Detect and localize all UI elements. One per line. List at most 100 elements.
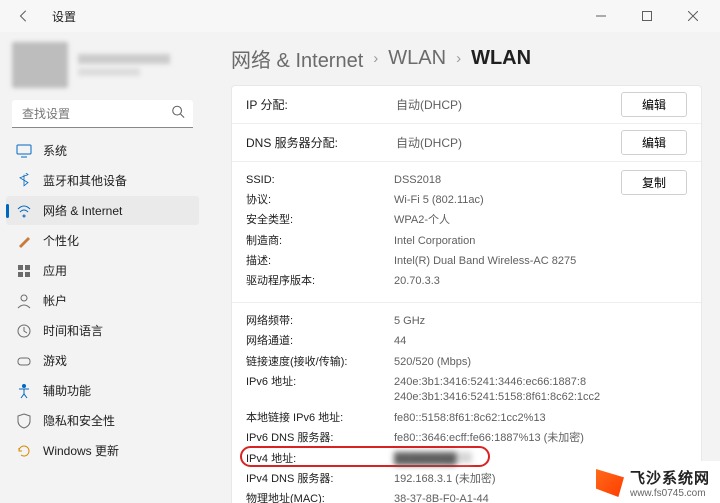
- row-dns-assign: DNS 服务器分配: 自动(DHCP) 编辑: [232, 124, 701, 162]
- det-value: Intel(R) Dual Band Wireless-AC 8275: [394, 254, 576, 269]
- det-label: IPv6 地址:: [246, 375, 394, 390]
- det-label: IPv4 DNS 服务器:: [246, 472, 394, 487]
- shield-icon: [16, 413, 32, 429]
- det-value: fe80::3646:ecff:fe66:1887%13 (未加密): [394, 431, 584, 446]
- search-container: [12, 100, 193, 128]
- sidebar-item-privacy[interactable]: 隐私和安全性: [6, 406, 199, 435]
- watermark: 飞沙系统网 www.fs0745.com: [586, 461, 720, 503]
- window-title: 设置: [52, 8, 76, 25]
- det-label: 物理地址(MAC):: [246, 492, 394, 503]
- sidebar-item-gaming[interactable]: 游戏: [6, 346, 199, 375]
- det-value: WPA2-个人: [394, 213, 450, 228]
- sidebar: 系统 蓝牙和其他设备 网络 & Internet 个性化 应用 帐户: [0, 32, 205, 503]
- det-label: 网络频带:: [246, 314, 394, 329]
- row-ip-assign: IP 分配: 自动(DHCP) 编辑: [232, 86, 701, 124]
- det-label: 制造商:: [246, 234, 394, 249]
- det-value: DSS2018: [394, 173, 441, 188]
- det-value: Wi-Fi 5 (802.11ac): [394, 193, 484, 208]
- accessibility-icon: [16, 383, 32, 399]
- sidebar-item-time[interactable]: 时间和语言: [6, 316, 199, 345]
- avatar: [12, 42, 68, 88]
- clock-icon: [16, 323, 32, 339]
- row-label: DNS 服务器分配:: [246, 134, 396, 151]
- det-value: ████████: [394, 452, 472, 463]
- det-value: fe80::5158:8f61:8c62:1cc2%13: [394, 411, 546, 426]
- det-label: 描述:: [246, 254, 394, 269]
- breadcrumb-b[interactable]: WLAN: [388, 47, 446, 70]
- copy-button[interactable]: 复制: [621, 170, 687, 195]
- game-icon: [16, 353, 32, 369]
- watermark-logo-icon: [596, 469, 624, 497]
- sidebar-item-update[interactable]: Windows 更新: [6, 436, 199, 465]
- det-value: 20.70.3.3: [394, 274, 440, 289]
- breadcrumb: 网络 & Internet › WLAN › WLAN: [231, 44, 702, 73]
- det-value: 520/520 (Mbps): [394, 355, 471, 370]
- back-button[interactable]: [12, 4, 36, 28]
- breadcrumb-current: WLAN: [471, 47, 531, 70]
- search-icon: [171, 105, 185, 124]
- sidebar-item-label: 辅助功能: [43, 382, 91, 399]
- sidebar-item-label: 游戏: [43, 352, 67, 369]
- minimize-button[interactable]: [578, 0, 624, 32]
- det-value: 44: [394, 334, 406, 349]
- search-input[interactable]: [12, 100, 193, 128]
- sidebar-item-label: 应用: [43, 262, 67, 279]
- system-icon: [16, 143, 32, 159]
- wifi-icon: [16, 203, 32, 219]
- person-icon: [16, 293, 32, 309]
- profile[interactable]: [6, 40, 199, 98]
- detail-block-1: SSID:DSS2018 协议:Wi-Fi 5 (802.11ac) 安全类型:…: [232, 162, 701, 303]
- det-value: 192.168.3.1 (未加密): [394, 472, 496, 487]
- det-label: 链接速度(接收/传输):: [246, 355, 394, 370]
- chevron-right-icon: ›: [456, 50, 461, 67]
- det-value: 38-37-8B-F0-A1-44: [394, 492, 489, 503]
- sidebar-item-label: 网络 & Internet: [43, 202, 122, 219]
- sidebar-item-accounts[interactable]: 帐户: [6, 286, 199, 315]
- sidebar-item-label: 帐户: [43, 292, 67, 309]
- det-label: 网络通道:: [246, 334, 394, 349]
- chevron-right-icon: ›: [373, 50, 378, 67]
- close-button[interactable]: [670, 0, 716, 32]
- profile-name: [78, 54, 170, 64]
- sidebar-item-label: 个性化: [43, 232, 79, 249]
- apps-icon: [16, 263, 32, 279]
- titlebar: 设置: [0, 0, 720, 32]
- det-value: 240e:3b1:3416:5241:3446:ec66:1887:8 240e…: [394, 375, 600, 406]
- watermark-url: www.fs0745.com: [630, 488, 710, 499]
- sidebar-item-label: 蓝牙和其他设备: [43, 172, 127, 189]
- det-value: 5 GHz: [394, 314, 425, 329]
- sidebar-item-system[interactable]: 系统: [6, 136, 199, 165]
- det-label: IPv4 地址:: [246, 452, 394, 467]
- edit-dns-button[interactable]: 编辑: [621, 130, 687, 155]
- brush-icon: [16, 233, 32, 249]
- nav: 系统 蓝牙和其他设备 网络 & Internet 个性化 应用 帐户: [6, 136, 199, 465]
- sidebar-item-accessibility[interactable]: 辅助功能: [6, 376, 199, 405]
- det-label: IPv6 DNS 服务器:: [246, 431, 394, 446]
- sidebar-item-personalization[interactable]: 个性化: [6, 226, 199, 255]
- maximize-button[interactable]: [624, 0, 670, 32]
- sidebar-item-label: 隐私和安全性: [43, 412, 115, 429]
- det-label: 安全类型:: [246, 213, 394, 228]
- bluetooth-icon: [16, 173, 32, 189]
- det-label: 协议:: [246, 193, 394, 208]
- breadcrumb-a[interactable]: 网络 & Internet: [231, 44, 363, 73]
- row-label: IP 分配:: [246, 96, 396, 113]
- update-icon: [16, 443, 32, 459]
- sidebar-item-apps[interactable]: 应用: [6, 256, 199, 285]
- sidebar-item-label: Windows 更新: [43, 442, 119, 459]
- row-value: 自动(DHCP): [396, 134, 621, 151]
- row-value: 自动(DHCP): [396, 96, 621, 113]
- det-value: Intel Corporation: [394, 234, 475, 249]
- watermark-title: 飞沙系统网: [630, 467, 710, 488]
- sidebar-item-label: 时间和语言: [43, 322, 103, 339]
- det-label: SSID:: [246, 173, 394, 188]
- profile-email: [78, 68, 140, 76]
- sidebar-item-network[interactable]: 网络 & Internet: [6, 196, 199, 225]
- edit-ip-button[interactable]: 编辑: [621, 92, 687, 117]
- sidebar-item-label: 系统: [43, 142, 67, 159]
- settings-card: IP 分配: 自动(DHCP) 编辑 DNS 服务器分配: 自动(DHCP) 编…: [231, 85, 702, 503]
- det-label: 驱动程序版本:: [246, 274, 394, 289]
- content: 网络 & Internet › WLAN › WLAN IP 分配: 自动(DH…: [205, 32, 720, 503]
- det-label: 本地链接 IPv6 地址:: [246, 411, 394, 426]
- sidebar-item-bluetooth[interactable]: 蓝牙和其他设备: [6, 166, 199, 195]
